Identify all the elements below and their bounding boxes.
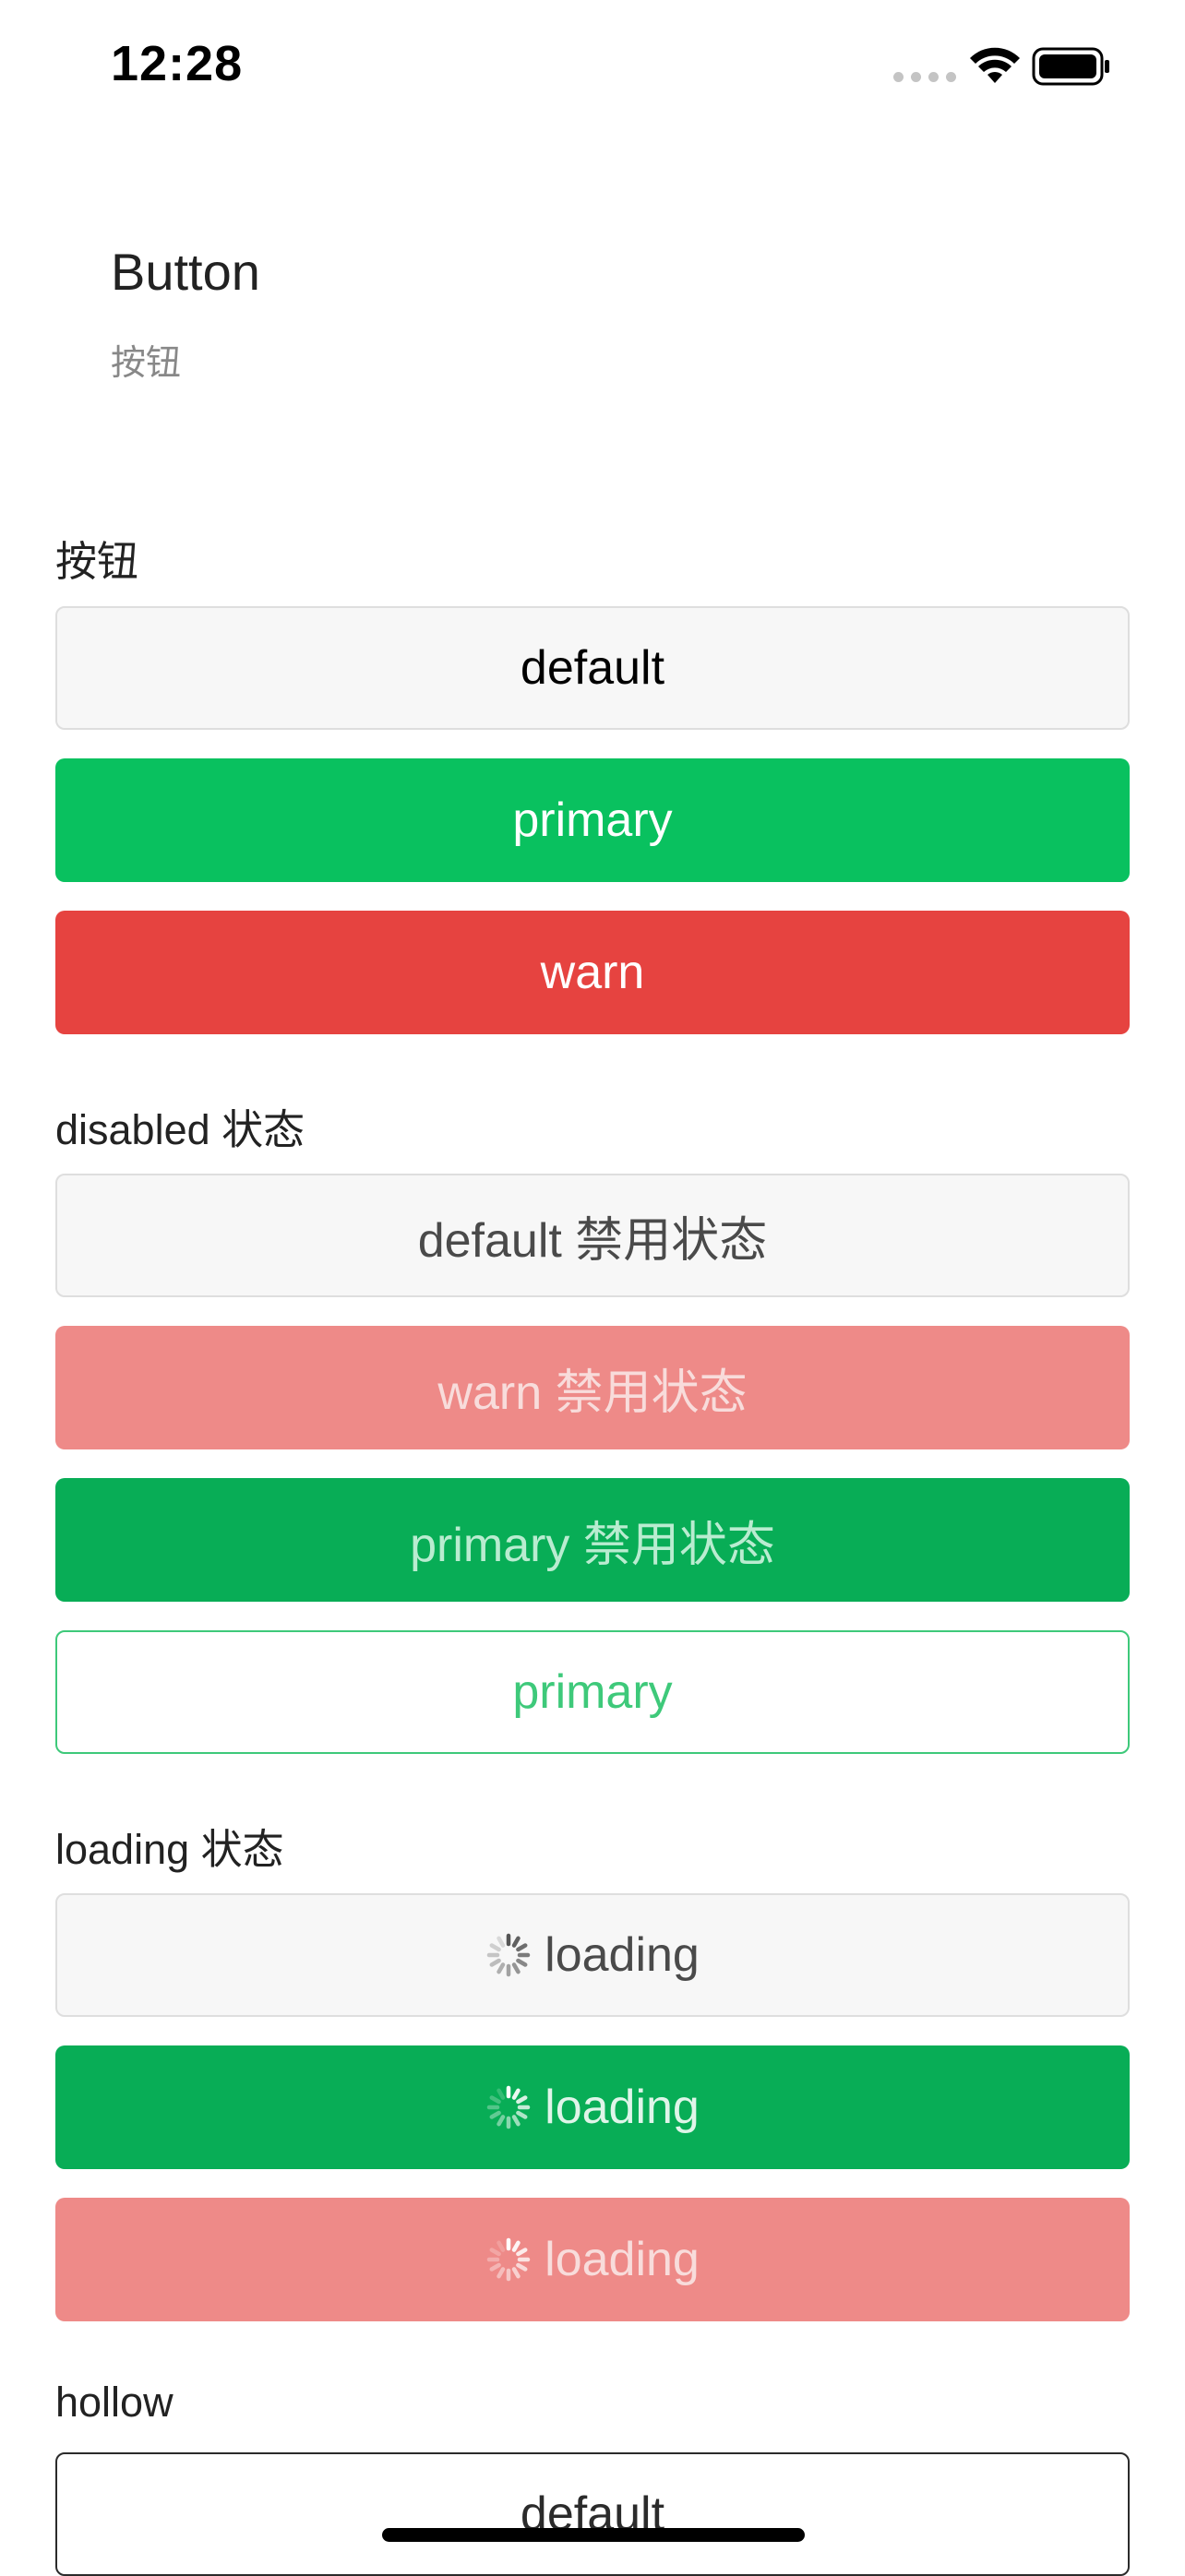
section-label-basic: 按钮 — [55, 538, 139, 585]
hollow-default-button[interactable]: default — [55, 2452, 1130, 2576]
page-title: Button — [111, 243, 260, 301]
warn-loading-button-label: loading — [545, 2233, 700, 2286]
default-disabled-button-label: default 禁用状态 — [417, 1213, 768, 1268]
default-disabled-button[interactable]: default 禁用状态 — [55, 1174, 1130, 1297]
loading-spinner-icon — [485, 2084, 532, 2130]
default-button-label: default — [520, 641, 665, 695]
status-time: 12:28 — [111, 36, 244, 91]
warn-button-label: warn — [540, 946, 645, 999]
page-subtitle: 按钮 — [111, 344, 182, 383]
status-bar: 12:28 — [0, 0, 1185, 129]
default-loading-button[interactable]: loading — [55, 1893, 1130, 2017]
primary-plain-disabled-button[interactable]: primary — [55, 1630, 1130, 1754]
section-label-loading: loading 状态 — [55, 1826, 284, 1873]
battery-icon — [1032, 47, 1109, 86]
section-label-hollow: hollow — [55, 2379, 174, 2426]
warn-disabled-button[interactable]: warn 禁用状态 — [55, 1326, 1130, 1449]
loading-spinner-icon — [485, 1932, 532, 1978]
primary-disabled-button-label: primary 禁用状态 — [410, 1518, 775, 1572]
section-label-disabled: disabled 状态 — [55, 1106, 305, 1153]
signal-icon — [893, 72, 956, 82]
default-loading-button-label: loading — [545, 1928, 700, 1982]
wifi-icon — [970, 47, 1020, 83]
primary-button[interactable]: primary — [55, 758, 1130, 882]
warn-button[interactable]: warn — [55, 911, 1130, 1034]
primary-button-label: primary — [512, 793, 673, 847]
primary-loading-button-label: loading — [545, 2081, 700, 2134]
primary-plain-disabled-button-label: primary — [512, 1665, 673, 1719]
loading-spinner-icon — [485, 2236, 532, 2283]
home-indicator[interactable] — [382, 2528, 805, 2542]
default-button[interactable]: default — [55, 606, 1130, 730]
primary-disabled-button[interactable]: primary 禁用状态 — [55, 1478, 1130, 1602]
warn-disabled-button-label: warn 禁用状态 — [437, 1366, 748, 1420]
warn-loading-button[interactable]: loading — [55, 2198, 1130, 2321]
primary-loading-button[interactable]: loading — [55, 2045, 1130, 2169]
